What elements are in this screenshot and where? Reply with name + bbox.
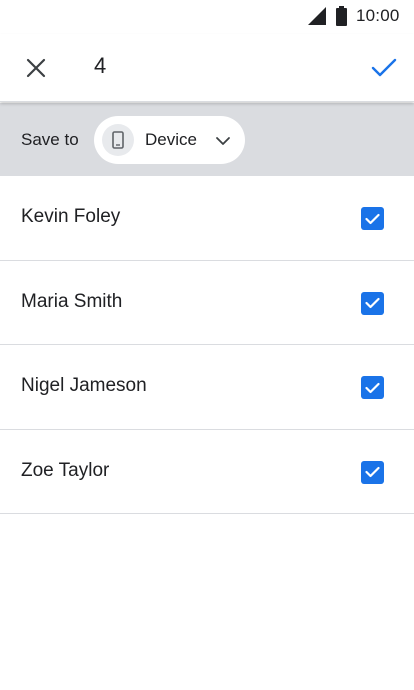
checkmark-icon	[365, 466, 380, 478]
contact-name: Nigel Jameson	[21, 375, 147, 396]
contact-name: Maria Smith	[21, 290, 123, 312]
save-to-bar: Save to Device	[0, 103, 414, 176]
status-bar: 10:00	[0, 0, 414, 34]
contact-checkbox[interactable]	[361, 460, 384, 484]
save-destination-dropdown[interactable]: Device	[94, 116, 245, 164]
contact-checkbox[interactable]	[361, 376, 384, 399]
save-destination-label: Device	[145, 130, 197, 149]
battery-icon	[336, 6, 347, 26]
contact-row[interactable]: Maria Smith	[0, 261, 414, 345]
contact-row[interactable]: Zoe Taylor	[0, 430, 414, 514]
contact-row[interactable]: Kevin Foley	[0, 176, 414, 261]
save-to-label: Save to	[21, 130, 79, 149]
contact-checkbox[interactable]	[361, 207, 384, 230]
done-button[interactable]	[362, 48, 406, 88]
checkmark-icon	[365, 382, 380, 393]
check-icon	[371, 58, 397, 77]
phone-icon	[112, 131, 124, 149]
chevron-down-icon	[216, 137, 230, 145]
contact-list: Kevin Foley Maria Smith Nigel Jameson Zo…	[0, 176, 414, 514]
selection-toolbar: 4	[0, 34, 414, 102]
phone-icon-container	[102, 124, 134, 156]
contact-checkbox[interactable]	[361, 291, 384, 315]
close-button[interactable]	[16, 48, 56, 88]
selected-count: 4	[94, 53, 107, 78]
checkmark-icon	[365, 213, 380, 224]
contact-row[interactable]: Nigel Jameson	[0, 345, 414, 430]
status-time: 10:00	[356, 6, 400, 25]
contact-name: Zoe Taylor	[21, 459, 110, 481]
contact-name: Kevin Foley	[21, 206, 121, 227]
close-icon	[26, 58, 46, 78]
signal-icon	[308, 7, 326, 25]
checkmark-icon	[365, 297, 380, 309]
